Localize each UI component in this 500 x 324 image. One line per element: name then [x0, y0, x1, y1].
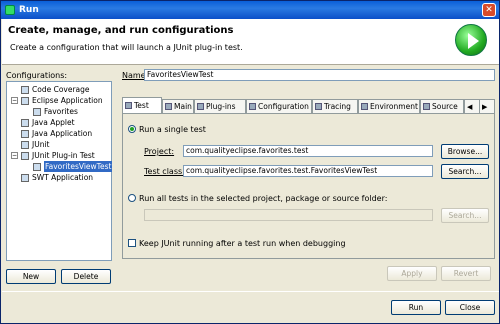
- tab-scroll-left[interactable]: ◀: [464, 99, 480, 113]
- project-field[interactable]: com.qualityeclipse.favorites.test: [183, 145, 433, 157]
- run-banner-icon: [455, 24, 487, 56]
- tab-tracing[interactable]: Tracing: [312, 99, 358, 113]
- test-tab-icon: [125, 102, 132, 109]
- run-single-radio[interactable]: [128, 125, 136, 133]
- close-button[interactable]: Close: [445, 300, 495, 315]
- chevron-right-icon: ▶: [482, 102, 488, 111]
- container-field[interactable]: [144, 209, 433, 221]
- tree-item-favoritesviewtest[interactable]: FavoritesViewTest: [33, 161, 113, 172]
- revert-button[interactable]: Revert: [441, 266, 491, 281]
- java-app-icon: [21, 129, 29, 138]
- title-bar: Run ✕: [1, 1, 499, 19]
- divider: [2, 291, 499, 292]
- eclipse-icon: [21, 96, 29, 105]
- run-icon: [5, 5, 15, 15]
- junit-test-icon: [33, 162, 41, 171]
- run-config-icon: [33, 107, 41, 116]
- tree-item-junit[interactable]: JUnit: [21, 139, 49, 150]
- applet-icon: [21, 118, 29, 127]
- delete-button[interactable]: Delete: [61, 269, 111, 284]
- run-dialog: Run ✕ Create, manage, and run configurat…: [0, 0, 500, 324]
- close-window-button[interactable]: ✕: [482, 3, 496, 17]
- name-field[interactable]: FavoritesViewTest: [144, 69, 495, 81]
- project-label: Project:: [144, 147, 175, 156]
- configurations-label: Configurations:: [6, 71, 68, 80]
- junit-icon: [21, 140, 29, 149]
- run-all-label: Run all tests in the selected project, p…: [139, 194, 388, 203]
- new-button[interactable]: New: [6, 269, 56, 284]
- run-single-label: Run a single test: [139, 125, 206, 134]
- apply-button[interactable]: Apply: [387, 266, 437, 281]
- plugins-tab-icon: [197, 103, 204, 110]
- configurations-tree[interactable]: Code Coverage − Eclipse Application Favo…: [6, 81, 113, 261]
- source-tab-icon: [423, 103, 430, 110]
- tree-item-code-coverage[interactable]: Code Coverage: [21, 84, 90, 95]
- chevron-left-icon: ◀: [467, 102, 473, 111]
- tree-item-swt-application[interactable]: SWT Application: [21, 172, 93, 183]
- test-class-label: Test class:: [144, 167, 185, 176]
- collapse-icon[interactable]: −: [11, 97, 18, 104]
- tab-environment[interactable]: Environment: [358, 99, 420, 113]
- tab-configuration[interactable]: Configuration: [246, 99, 312, 113]
- test-tab-panel: Run a single test Project: com.qualityec…: [122, 113, 495, 259]
- test-class-field[interactable]: com.qualityeclipse.favorites.test.Favori…: [183, 165, 433, 177]
- browse-button[interactable]: Browse...: [441, 144, 489, 159]
- run-button[interactable]: Run: [391, 300, 441, 315]
- tree-item-java-application[interactable]: Java Application: [21, 128, 92, 139]
- banner-heading: Create, manage, and run configurations: [8, 25, 234, 36]
- junit-plugin-icon: [21, 151, 29, 160]
- environment-tab-icon: [361, 103, 368, 110]
- tab-test[interactable]: Test: [122, 97, 162, 113]
- keep-running-checkbox[interactable]: [128, 239, 136, 247]
- tab-scroll-right[interactable]: ▶: [479, 99, 495, 113]
- coverage-icon: [21, 85, 29, 94]
- window-title: Run: [19, 5, 39, 15]
- tree-item-eclipse-application[interactable]: Eclipse Application: [21, 95, 103, 106]
- collapse-icon[interactable]: −: [11, 152, 18, 159]
- header-banner: Create, manage, and run configurations C…: [2, 19, 499, 65]
- tree-item-junit-plugin-test[interactable]: JUnit Plug-in Test: [21, 150, 95, 161]
- tab-main[interactable]: Main: [162, 99, 194, 113]
- configuration-tab-icon: [249, 103, 256, 110]
- swt-icon: [21, 173, 29, 182]
- tab-strip: Test Main Plug-ins Configuration Tracing…: [122, 97, 495, 113]
- tree-item-java-applet[interactable]: Java Applet: [21, 117, 75, 128]
- search-container-button[interactable]: Search...: [441, 208, 489, 223]
- search-class-button[interactable]: Search...: [441, 164, 489, 179]
- tree-item-favorites[interactable]: Favorites: [33, 106, 78, 117]
- tab-source[interactable]: Source: [420, 99, 464, 113]
- run-all-radio[interactable]: [128, 194, 136, 202]
- keep-running-label: Keep JUnit running after a test run when…: [139, 239, 346, 248]
- main-tab-icon: [165, 103, 172, 110]
- banner-subtitle: Create a configuration that will launch …: [10, 43, 243, 52]
- tracing-tab-icon: [315, 103, 322, 110]
- tab-plug-ins[interactable]: Plug-ins: [194, 99, 246, 113]
